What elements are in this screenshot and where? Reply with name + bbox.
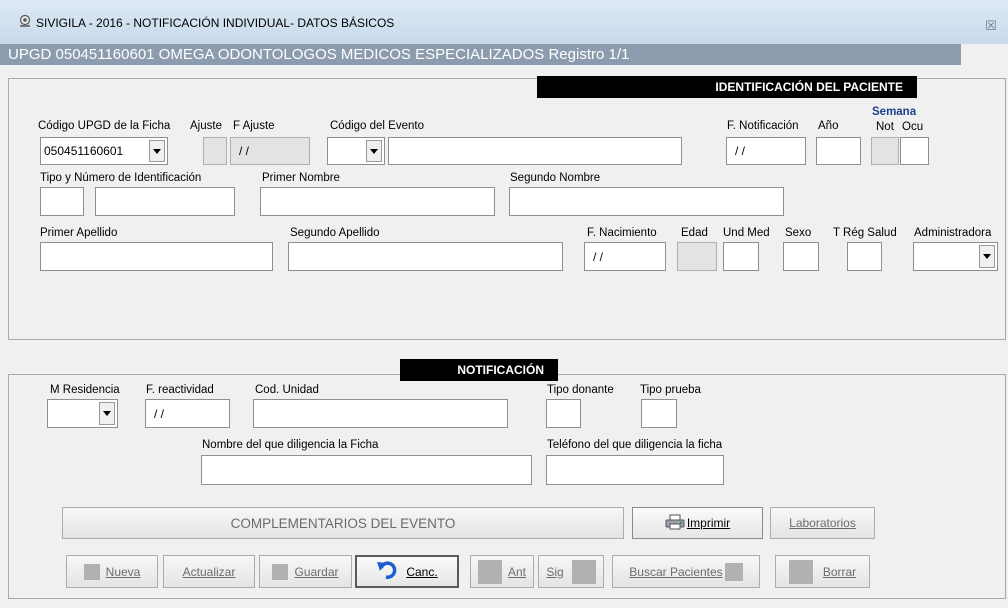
tipo-donante-label: Tipo donante — [547, 384, 614, 396]
f-ajuste-field: / / — [230, 137, 310, 165]
t-reg-salud-field[interactable] — [847, 242, 882, 271]
anio-field[interactable] — [816, 137, 861, 165]
semana-label: Semana — [872, 106, 917, 118]
nombre-diligencia-label: Nombre del que diligencia la Ficha — [202, 439, 379, 451]
f-notificacion-value: / / — [735, 144, 746, 158]
new-record-icon — [83, 563, 100, 580]
numero-id-field[interactable] — [95, 187, 235, 216]
edad-label: Edad — [681, 227, 708, 239]
search-patient-icon — [724, 562, 743, 581]
evento-nombre-field[interactable] — [388, 137, 682, 165]
codigo-upgd-label: Código UPGD de la Ficha — [38, 120, 171, 132]
m-residencia-dropdown[interactable] — [47, 399, 118, 428]
f-notificacion-field[interactable]: / / — [726, 137, 806, 165]
f-notificacion-label: F. Notificación — [727, 120, 799, 132]
imprimir-label: Imprimir — [686, 516, 731, 530]
tipo-prueba-label: Tipo prueba — [640, 384, 701, 396]
und-med-field[interactable] — [723, 242, 759, 271]
nueva-label: Nueva — [105, 564, 141, 579]
sig-label: Sig — [546, 564, 564, 579]
segundo-apellido-label: Segundo Apellido — [290, 227, 380, 239]
patient-section-header: IDENTIFICACIÓN DEL PACIENTE — [537, 76, 917, 98]
close-icon[interactable]: ☒ — [982, 18, 1000, 34]
codigo-upgd-value: 050451160601 — [44, 144, 124, 158]
edad-field — [677, 242, 717, 271]
und-med-label: Und Med — [723, 227, 770, 239]
chevron-down-icon[interactable] — [366, 140, 382, 162]
administradora-label: Administradora — [914, 227, 992, 239]
buscar-pacientes-button[interactable]: Buscar Pacientes — [612, 555, 760, 588]
tipo-prueba-field[interactable] — [641, 399, 677, 428]
segundo-nombre-field[interactable] — [509, 187, 784, 216]
telefono-diligencia-label: Teléfono del que diligencia la ficha — [547, 439, 723, 451]
segundo-nombre-label: Segundo Nombre — [510, 172, 601, 184]
tipo-id-label: Tipo y Número de Identificación — [40, 172, 202, 184]
chevron-down-icon[interactable] — [99, 402, 115, 425]
imprimir-button[interactable]: Imprimir — [632, 507, 763, 539]
semana-ocu-label: Ocu — [902, 121, 924, 133]
primer-nombre-label: Primer Nombre — [262, 172, 340, 184]
actualizar-label: Actualizar — [182, 564, 236, 579]
anio-label: Año — [818, 120, 839, 132]
buscar-label: Buscar Pacientes — [629, 564, 723, 579]
complementarios-button[interactable]: COMPLEMENTARIOS DEL EVENTO — [62, 507, 624, 539]
nombre-diligencia-field[interactable] — [201, 455, 532, 485]
guardar-button[interactable]: Guardar — [259, 555, 352, 588]
borrar-label: Borrar — [822, 564, 857, 579]
f-ajuste-value: / / — [239, 144, 250, 158]
t-reg-salud-label: T Rég Salud — [833, 227, 897, 239]
codigo-evento-dropdown[interactable] — [327, 137, 385, 165]
chevron-down-icon[interactable] — [979, 245, 995, 268]
codigo-evento-label: Código del Evento — [330, 120, 424, 132]
chevron-down-icon[interactable] — [149, 140, 165, 162]
codigo-upgd-dropdown[interactable]: 050451160601 — [40, 137, 168, 165]
canc-label: Canc. — [406, 564, 438, 579]
semana-not-label: Not — [876, 121, 894, 133]
next-icon — [571, 559, 596, 584]
delete-icon — [788, 559, 813, 584]
siguiente-button[interactable]: Sig — [538, 555, 604, 588]
f-reactividad-value: / / — [154, 406, 165, 421]
notification-section-header: NOTIFICACIÓN — [400, 359, 558, 381]
cod-unidad-label: Cod. Unidad — [255, 384, 319, 396]
f-ajuste-label: F Ajuste — [233, 120, 275, 132]
window-title: SIVIGILA - 2016 - NOTIFICACIÓN INDIVIDUA… — [36, 16, 395, 30]
administradora-dropdown[interactable] — [913, 242, 998, 271]
segundo-apellido-field[interactable] — [288, 242, 563, 271]
sexo-label: Sexo — [785, 227, 812, 239]
sexo-field[interactable] — [783, 242, 819, 271]
cod-unidad-field[interactable] — [253, 399, 508, 428]
actualizar-button[interactable]: Actualizar — [163, 555, 255, 588]
f-nacimiento-field[interactable]: / / — [584, 242, 666, 271]
anterior-button[interactable]: Ant — [470, 555, 534, 588]
undo-icon — [376, 560, 398, 583]
borrar-button[interactable]: Borrar — [775, 555, 870, 588]
primer-apellido-field[interactable] — [40, 242, 273, 271]
ajuste-label: Ajuste — [190, 120, 222, 132]
semana-not-field — [871, 137, 899, 165]
nueva-button[interactable]: Nueva — [66, 555, 158, 588]
tipo-donante-field[interactable] — [546, 399, 581, 428]
laboratorios-button[interactable]: Laboratorios — [770, 507, 875, 539]
primer-apellido-label: Primer Apellido — [40, 227, 118, 239]
m-residencia-label: M Residencia — [50, 384, 120, 396]
laboratorios-label: Laboratorios — [789, 516, 856, 530]
primer-nombre-field[interactable] — [260, 187, 495, 216]
sivigila-app-icon — [18, 14, 32, 28]
save-icon — [272, 563, 289, 580]
f-nacimiento-label: F. Nacimiento — [587, 227, 657, 239]
f-nacimiento-value: / / — [593, 249, 604, 264]
previous-icon — [477, 559, 502, 584]
upgd-registro-bar: UPGD 050451160601 OMEGA ODONTOLOGOS MEDI… — [0, 44, 961, 65]
semana-ocu-field[interactable] — [900, 137, 929, 165]
f-reactividad-field[interactable]: / / — [145, 399, 230, 428]
f-reactividad-label: F. reactividad — [146, 384, 214, 396]
ajuste-field — [203, 137, 227, 165]
printer-icon — [665, 514, 685, 533]
guardar-label: Guardar — [294, 564, 339, 579]
telefono-diligencia-field[interactable] — [546, 455, 724, 485]
tipo-id-field[interactable] — [40, 187, 84, 216]
cancelar-button[interactable]: Canc. — [355, 555, 459, 588]
ant-label: Ant — [507, 564, 526, 579]
